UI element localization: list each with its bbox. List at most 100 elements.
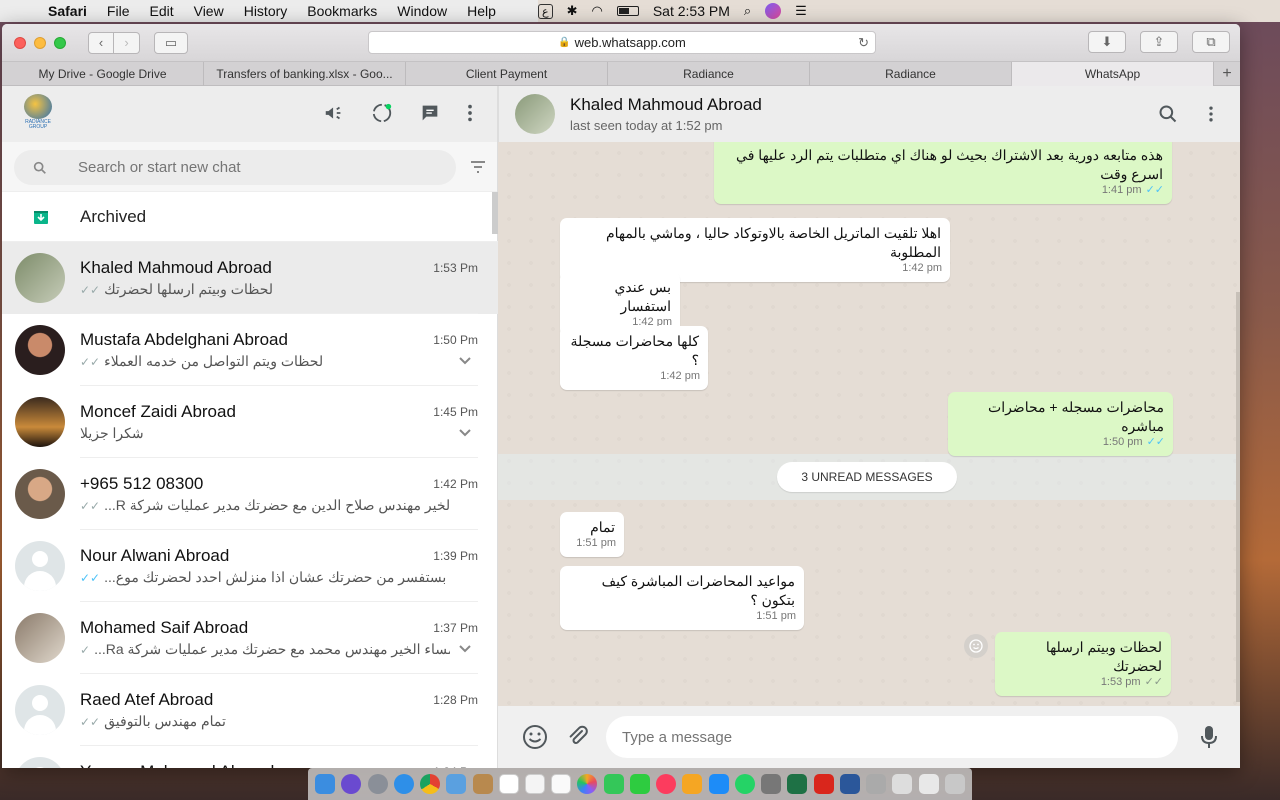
word-dock-icon[interactable] — [839, 774, 860, 794]
whatsapp-dock-icon[interactable] — [734, 774, 755, 794]
attach-icon[interactable] — [566, 725, 590, 749]
menu-window[interactable]: Window — [387, 3, 457, 19]
chat-list-item[interactable]: Raed Atef Abroad 1:28 Pm ✓✓ تمام مهندس بالت… — [2, 674, 498, 746]
address-bar[interactable]: 🔒 web.whatsapp.com ↻ — [368, 31, 876, 54]
bluetooth-icon[interactable]: ✱ — [567, 3, 578, 19]
siri-dock-icon[interactable] — [341, 774, 362, 794]
music-dock-icon[interactable] — [656, 774, 677, 794]
excel-dock-icon[interactable] — [787, 774, 808, 794]
input-source-icon[interactable]: ع — [538, 3, 553, 19]
tab-overview-button[interactable]: ⧉ — [1192, 31, 1230, 53]
trash-dock-icon[interactable] — [944, 774, 965, 794]
incoming-message[interactable]: تمام 1:51 pm — [560, 512, 624, 557]
chat-avatar[interactable] — [15, 325, 65, 375]
chat-list-item[interactable]: Yassen Mohamed Abroad1:24 Pm — [2, 746, 498, 768]
outgoing-message[interactable]: هذه متابعه دورية بعد الاشتراك بحيث لو هن… — [714, 142, 1172, 204]
menu-help[interactable]: Help — [457, 3, 506, 19]
outgoing-message[interactable]: محاضرات مسجله + محاضرات مباشره 1:50 pm ✓✓ — [948, 392, 1173, 456]
share-button[interactable]: ⇪ — [1140, 31, 1178, 53]
new-tab-button[interactable]: + — [1214, 62, 1240, 85]
message-input[interactable] — [606, 716, 1178, 758]
archived-row[interactable]: Archived — [2, 192, 498, 242]
sidebar-toggle-button[interactable]: ▭ — [154, 31, 188, 54]
emoji-icon[interactable] — [522, 724, 548, 750]
contacts-dock-icon[interactable] — [472, 774, 493, 794]
chat-list-item[interactable]: Nour Alwani Abroad 1:39 Pm ✓✓تمام انا بستف… — [2, 530, 498, 602]
microphone-icon[interactable] — [1200, 724, 1218, 750]
downloads-stack-dock-icon[interactable] — [918, 774, 939, 794]
chat-avatar[interactable] — [15, 469, 65, 519]
siri-icon[interactable] — [765, 3, 782, 19]
chevron-down-icon[interactable] — [458, 644, 472, 654]
menu-kebab-icon[interactable] — [467, 102, 473, 124]
chat-avatar[interactable] — [15, 397, 65, 447]
chevron-down-icon[interactable] — [458, 356, 472, 366]
conversation-menu-icon[interactable] — [1208, 104, 1214, 124]
outgoing-message[interactable]: لحظات وبيتم ارسلها لحضرتك 1:53 pm ✓✓ — [995, 632, 1171, 696]
menu-file[interactable]: File — [97, 3, 140, 19]
downloads-button[interactable]: ⬇ — [1088, 31, 1126, 53]
search-input[interactable] — [78, 159, 418, 176]
chat-list-item[interactable]: Moncef Zaidi Abroad 1:45 Pm شكرا جزيلا — [2, 386, 498, 458]
tab-whatsapp[interactable]: WhatsApp — [1012, 62, 1214, 86]
chat-avatar[interactable] — [15, 541, 65, 591]
profile-logo[interactable]: RADIANCE GROUP — [22, 94, 54, 130]
battery-icon[interactable] — [616, 6, 639, 16]
tab-radiance-2[interactable]: Radiance — [810, 62, 1012, 86]
notes-dock-icon[interactable] — [524, 774, 545, 794]
broadcast-icon[interactable] — [323, 102, 345, 124]
menu-history[interactable]: History — [234, 3, 298, 19]
chat-avatar[interactable] — [15, 685, 65, 735]
system-preferences-dock-icon[interactable] — [761, 774, 782, 794]
chat-list-item[interactable]: Mustafa Abdelghani Abroad 1:50 Pm ✓✓ لحظات … — [2, 314, 498, 386]
minimize-window-button[interactable] — [34, 36, 46, 49]
fullscreen-window-button[interactable] — [54, 36, 66, 49]
disk-utility-dock-icon[interactable] — [866, 774, 887, 794]
status-icon[interactable] — [371, 102, 393, 124]
new-chat-icon[interactable] — [419, 102, 441, 124]
menu-bookmarks[interactable]: Bookmarks — [297, 3, 387, 19]
tab-transfers-banking[interactable]: Transfers of banking.xlsx - Goo... — [204, 62, 406, 86]
spotlight-icon[interactable]: ⌕ — [744, 3, 751, 19]
conversation-header[interactable]: Khaled Mahmoud Abroad last seen today at… — [498, 86, 1240, 142]
acrobat-dock-icon[interactable] — [813, 774, 834, 794]
chat-avatar[interactable] — [15, 757, 65, 768]
chrome-dock-icon[interactable] — [420, 774, 441, 794]
messages-dock-icon[interactable] — [603, 774, 624, 794]
message-scrollbar[interactable] — [1236, 292, 1240, 702]
wifi-icon[interactable]: ◠ — [591, 3, 602, 19]
reminders-dock-icon[interactable] — [551, 774, 572, 794]
back-button[interactable]: ‹ — [88, 31, 114, 54]
image-capture-dock-icon[interactable] — [892, 774, 913, 794]
calendar-dock-icon[interactable] — [498, 774, 519, 794]
safari-dock-icon[interactable] — [393, 774, 414, 794]
menu-view[interactable]: View — [184, 3, 234, 19]
close-window-button[interactable] — [14, 36, 26, 49]
menu-edit[interactable]: Edit — [139, 3, 183, 19]
contact-avatar[interactable] — [515, 94, 555, 134]
incoming-message[interactable]: مواعيد المحاضرات المباشرة كيف بتكون ؟ 1:5… — [560, 566, 804, 630]
photos-dock-icon[interactable] — [577, 774, 598, 794]
menu-app-name[interactable]: Safari — [38, 3, 97, 19]
chat-avatar[interactable] — [15, 613, 65, 663]
reaction-smiley-icon[interactable] — [964, 634, 988, 658]
reload-icon[interactable]: ↻ — [858, 35, 869, 51]
books-dock-icon[interactable] — [682, 774, 703, 794]
chevron-down-icon[interactable] — [458, 428, 472, 438]
chat-list-item[interactable]: Mohamed Saif Abroad 1:37 Pm ✓ مساء الخير مه… — [2, 602, 498, 674]
facetime-dock-icon[interactable] — [629, 774, 650, 794]
forward-button[interactable]: › — [114, 31, 140, 54]
chat-list-item[interactable]: +965 512 08300 1:42 Pm ✓✓مساء الخير مهندس … — [2, 458, 498, 530]
menubar-clock[interactable]: Sat 2:53 PM — [653, 3, 730, 19]
chat-list-item[interactable]: Khaled Mahmoud Abroad 1:53 Pm ✓✓ لحظات وبيت… — [2, 242, 498, 314]
incoming-message[interactable]: كلها محاضرات مسجلة ؟ 1:42 pm — [560, 326, 708, 390]
tab-client-payment[interactable]: Client Payment — [406, 62, 608, 86]
chat-avatar[interactable] — [15, 253, 65, 303]
search-box[interactable] — [14, 150, 456, 185]
preview-dock-icon[interactable] — [446, 774, 467, 794]
app-store-dock-icon[interactable] — [708, 774, 729, 794]
notification-center-icon[interactable]: ☰ — [795, 3, 807, 19]
filter-icon[interactable] — [469, 159, 487, 175]
tab-google-drive[interactable]: My Drive - Google Drive — [2, 62, 204, 86]
search-messages-icon[interactable] — [1158, 104, 1178, 124]
